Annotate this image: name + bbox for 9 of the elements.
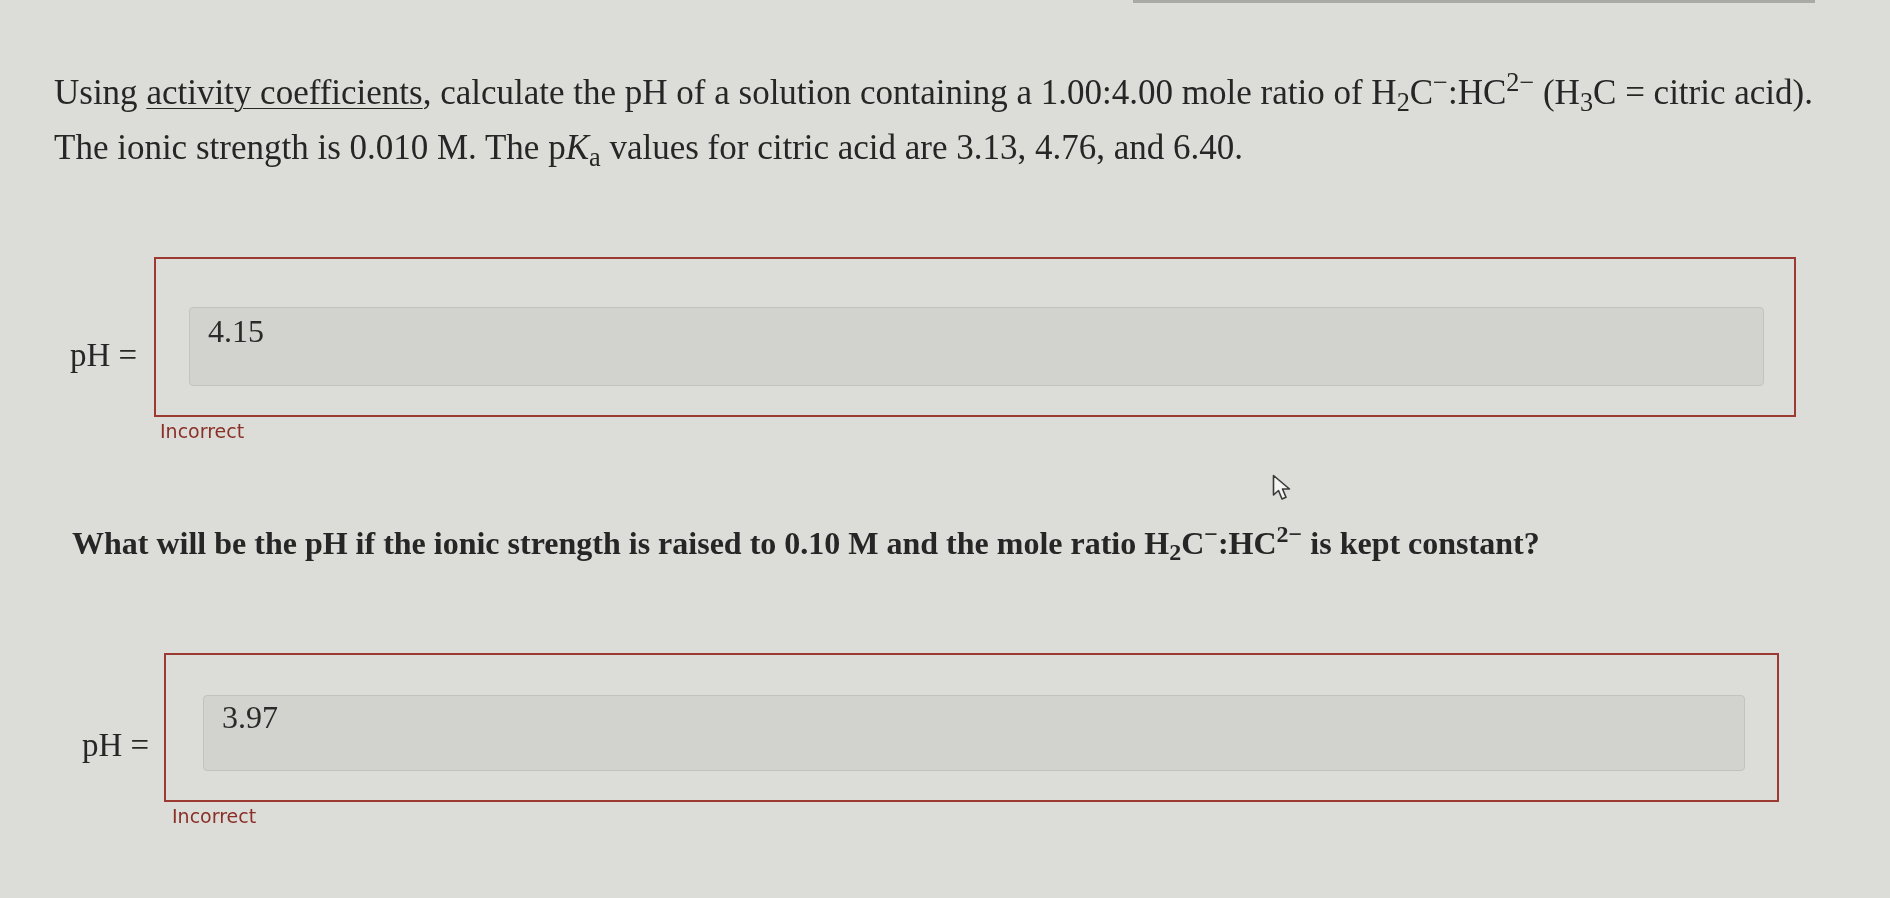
answer-label: pH =	[82, 726, 151, 765]
question-text: What will be the pH if the ionic strength is raised to 0.10 M and the mole ratio H$_{2}$C$^{−}$:HC$^{2−}$ is kept constant?	[72, 519, 1541, 567]
answer-field[interactable]: 4.15	[189, 307, 1764, 386]
answer-field[interactable]: 3.97	[203, 694, 1745, 771]
answer-label: pH =	[70, 336, 139, 375]
question-text: Using activity coefficients, calculate the pH of a solution containing a 1.00:4.00 mole ratio of H$_{2}$C$^{−}$:HC$^{2−}$ (H$_{3}$C = citric acid). The ionic strength is 0.010 M. The pK$_{a}$ values for citric acid are 3.13, 4.76, and 6.40.	[54, 66, 1814, 174]
feedback-text: Incorrect	[160, 419, 245, 444]
feedback-text: Incorrect	[172, 803, 257, 829]
text-link[interactable]: activity coefficients	[146, 73, 423, 112]
